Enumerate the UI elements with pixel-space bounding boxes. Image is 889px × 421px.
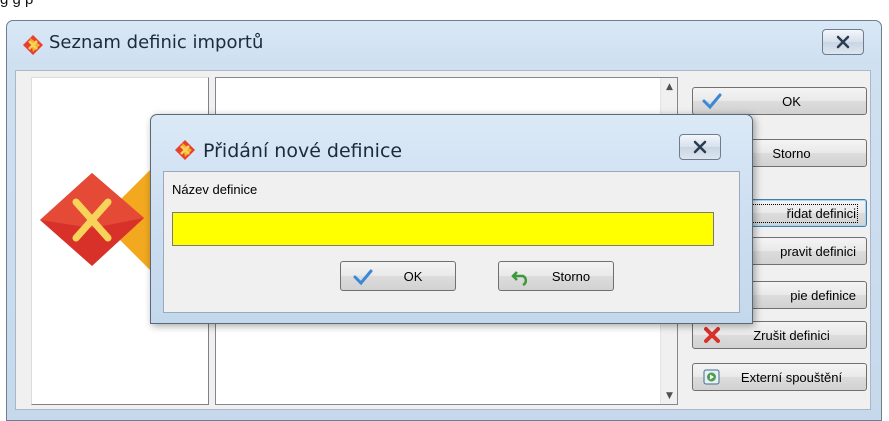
external-run-button[interactable]: Externí spouštění (692, 363, 867, 391)
scroll-up-icon[interactable]: ▲ (661, 78, 678, 95)
dialog-title: Přidání nové definice (203, 140, 403, 162)
ok-button-label: OK (782, 94, 801, 109)
delete-definition-button[interactable]: Zrušit definici (692, 321, 867, 349)
dialog-cancel-label: Storno (551, 269, 591, 284)
close-icon (836, 35, 850, 49)
close-button[interactable] (822, 29, 864, 55)
copy-definition-label: pie definice (790, 288, 856, 303)
dialog-cancel-button[interactable]: Storno (498, 261, 614, 291)
window-title: Seznam definic importů (49, 32, 264, 53)
dialog-client-area: Název definice OK Storno (163, 171, 740, 313)
dialog-ok-button[interactable]: OK (340, 261, 456, 291)
dialog-logo-icon (175, 140, 195, 160)
dialog-close-button[interactable] (679, 134, 721, 160)
add-definition-dialog: Přidání nové definice Název definice OK … (150, 114, 753, 324)
edit-definition-label: pravit definici (780, 244, 856, 259)
definition-name-input[interactable] (172, 212, 714, 246)
ok-button[interactable]: OK (692, 87, 867, 115)
clipped-header-text: g g p (0, 0, 330, 9)
delete-definition-label: Zrušit definici (753, 328, 830, 343)
dialog-ok-label: OK (403, 269, 423, 284)
external-run-label: Externí spouštění (740, 370, 843, 385)
close-icon (693, 140, 707, 154)
check-icon (353, 269, 373, 286)
definition-name-label: Název definice (172, 182, 258, 197)
add-definition-label: řidat definici (751, 204, 858, 223)
undo-icon (511, 271, 528, 286)
scroll-down-icon[interactable]: ▼ (661, 387, 678, 404)
app-logo-icon (23, 35, 43, 55)
